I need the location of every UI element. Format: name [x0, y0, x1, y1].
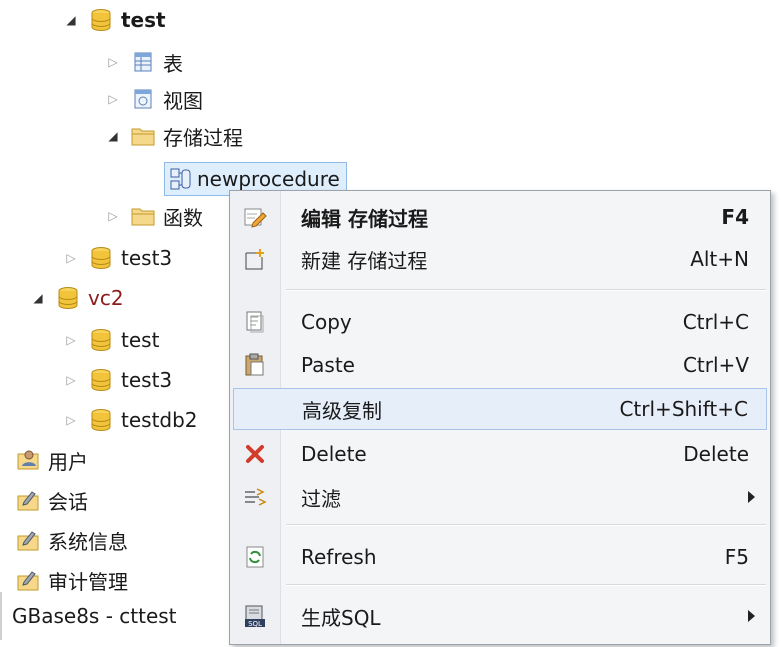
expand-arrow-icon[interactable]: ▷ [105, 209, 121, 223]
session-icon [16, 528, 40, 552]
collapse-arrow-icon[interactable]: ◢ [105, 129, 121, 143]
table-icon [131, 50, 155, 74]
menu-item-label: 过滤 [301, 486, 341, 511]
menu-item-edit-procedure[interactable]: 编辑 存储过程 F4 [233, 196, 767, 238]
tree-label: testdb2 [121, 408, 198, 432]
menu-item-shortcut: Ctrl+Shift+C [619, 397, 748, 421]
database-icon [89, 328, 113, 352]
tree-label: test3 [121, 368, 173, 392]
menu-item-shortcut: F5 [724, 545, 749, 569]
menu-item-copy[interactable]: Copy Ctrl+C [233, 301, 767, 343]
paste-icon [243, 353, 267, 377]
user-icon [16, 448, 40, 472]
delete-icon [243, 442, 267, 466]
menu-item-new-procedure[interactable]: 新建 存储过程 Alt+N [233, 238, 767, 280]
menu-separator [286, 289, 766, 291]
menu-item-label: 编辑 存储过程 [301, 206, 428, 231]
expand-arrow-icon[interactable]: ▷ [63, 251, 79, 265]
expand-arrow-icon[interactable]: ▷ [63, 413, 79, 427]
menu-item-shortcut: Delete [683, 442, 749, 466]
database-icon [56, 286, 80, 310]
database-icon [89, 368, 113, 392]
tree-node-vc2-test[interactable]: ▷ test [63, 322, 159, 358]
menu-item-label: 新建 存储过程 [301, 248, 428, 273]
menu-separator [286, 524, 766, 526]
expand-arrow-icon[interactable]: ▷ [63, 333, 79, 347]
tree-label: 用户 [48, 449, 88, 474]
menu-item-label: 高级复制 [302, 398, 382, 423]
tree-node-view[interactable]: ▷ 视图 [105, 81, 203, 117]
tree-label: test [121, 8, 166, 32]
new-icon [243, 247, 267, 271]
sql-icon: SQL [243, 604, 267, 628]
menu-item-generate-sql[interactable]: SQL 生成SQL [233, 595, 767, 637]
tree-label: test3 [121, 246, 173, 270]
menu-item-label: Copy [301, 310, 352, 334]
filter-icon [243, 485, 267, 509]
expand-arrow-icon[interactable]: ▷ [105, 92, 121, 106]
tree-node-sysinfo[interactable]: 系统信息 [16, 522, 128, 558]
tree-node-procedures[interactable]: ◢ 存储过程 [105, 118, 243, 154]
menu-item-label: Delete [301, 442, 367, 466]
tree-node-table[interactable]: ▷ 表 [105, 44, 183, 80]
submenu-arrow-icon [748, 610, 755, 622]
tree-label: 表 [163, 51, 183, 76]
menu-item-refresh[interactable]: Refresh F5 [233, 536, 767, 578]
tree-label: test [121, 328, 160, 352]
svg-text:SQL: SQL [248, 620, 262, 628]
tree-node-vc2-test3[interactable]: ▷ test3 [63, 362, 172, 398]
tree-node-test[interactable]: ◢ test [63, 2, 166, 38]
menu-separator [286, 584, 766, 586]
expand-arrow-icon[interactable]: ▷ [63, 373, 79, 387]
menu-item-shortcut: F4 [721, 205, 749, 229]
procedure-icon [169, 167, 193, 191]
tree-node-functions[interactable]: ▷ 函数 [105, 198, 203, 234]
connection-label: GBase8s - cttest [12, 604, 177, 628]
menu-item-label: Paste [301, 353, 355, 377]
tree-label: newprocedure [197, 167, 340, 191]
menu-item-shortcut: Ctrl+V [682, 353, 749, 377]
tree-node-sessions[interactable]: 会话 [16, 482, 88, 518]
tree-node-test3[interactable]: ▷ test3 [63, 240, 172, 276]
expand-arrow-icon[interactable]: ▷ [105, 55, 121, 69]
menu-item-delete[interactable]: Delete Delete [233, 433, 767, 475]
refresh-icon [243, 545, 267, 569]
menu-item-shortcut: Alt+N [690, 247, 749, 271]
database-icon [89, 246, 113, 270]
session-icon [16, 568, 40, 592]
menu-item-advanced-copy[interactable]: 高级复制 Ctrl+Shift+C [233, 388, 767, 430]
database-icon [89, 8, 113, 32]
database-icon [89, 408, 113, 432]
tree-label: 视图 [163, 88, 203, 113]
tree-label: 存储过程 [163, 125, 243, 150]
menu-item-label: Refresh [301, 545, 377, 569]
tree-node-users[interactable]: 用户 [16, 442, 88, 478]
tree-node-vc2[interactable]: ◢ vc2 [30, 280, 124, 316]
tree-label: 会话 [48, 489, 88, 514]
context-menu: 编辑 存储过程 F4 新建 存储过程 Alt+N Copy Ctrl+C Pas… [229, 190, 771, 645]
session-icon [16, 488, 40, 512]
menu-item-shortcut: Ctrl+C [682, 310, 749, 334]
tree-label: vc2 [88, 286, 124, 310]
menu-item-label: 生成SQL [301, 605, 381, 630]
collapse-arrow-icon[interactable]: ◢ [63, 13, 79, 27]
collapse-arrow-icon[interactable]: ◢ [30, 291, 46, 305]
folder-icon [131, 124, 155, 148]
tree-label: 系统信息 [48, 529, 128, 554]
submenu-arrow-icon [748, 491, 755, 503]
tree-label: 函数 [163, 205, 203, 230]
menu-item-filter[interactable]: 过滤 [233, 476, 767, 518]
view-icon [131, 87, 155, 111]
copy-icon [243, 310, 267, 334]
edit-icon [243, 205, 267, 229]
menu-item-paste[interactable]: Paste Ctrl+V [233, 344, 767, 386]
tree-node-vc2-testdb2[interactable]: ▷ testdb2 [63, 402, 198, 438]
folder-icon [131, 204, 155, 228]
tree-label: 审计管理 [48, 569, 128, 594]
connection-tab[interactable]: GBase8s - cttest [0, 592, 230, 640]
